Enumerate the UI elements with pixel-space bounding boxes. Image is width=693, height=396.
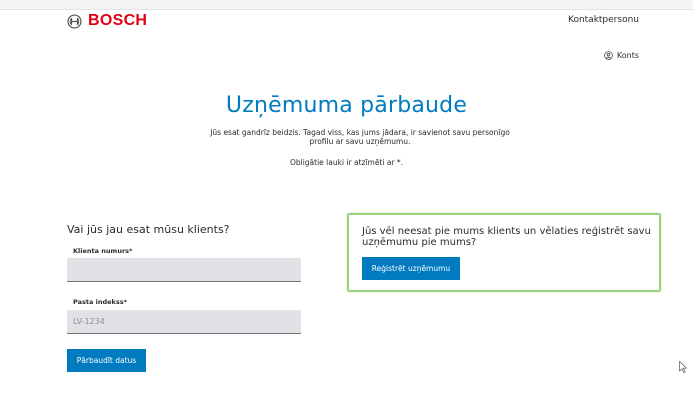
check-data-button[interactable]: Pārbaudīt datus bbox=[67, 349, 146, 372]
register-company-box: Jūs vēl neesat pie mums klients un vēlat… bbox=[347, 213, 661, 292]
customer-number-label: Klienta numurs* bbox=[73, 247, 133, 255]
account-button[interactable]: Konts bbox=[604, 51, 639, 60]
existing-customer-heading: Vai jūs jau esat mūsu klients? bbox=[67, 223, 230, 236]
page: BOSCH Kontaktpersonu Konts Uzņēmuma pārb… bbox=[0, 0, 693, 396]
bosch-armature-icon bbox=[67, 13, 82, 29]
mouse-cursor-icon bbox=[679, 361, 687, 373]
logo-text: BOSCH bbox=[88, 12, 148, 29]
browser-top-strip bbox=[0, 0, 693, 10]
postal-code-label: Pasta indekss* bbox=[73, 298, 127, 306]
postal-code-input[interactable] bbox=[67, 310, 301, 334]
customer-number-input[interactable] bbox=[67, 258, 301, 282]
account-label: Konts bbox=[616, 51, 639, 60]
contact-person-link[interactable]: Kontaktpersonu bbox=[568, 15, 639, 25]
register-company-button[interactable]: Reģistrēt uzņēmumu bbox=[362, 257, 460, 280]
intro-text: Jūs esat gandrīz beidzis. Tagad viss, ka… bbox=[210, 128, 510, 146]
user-circle-icon bbox=[604, 51, 613, 60]
page-title: Uzņēmuma pārbaude bbox=[225, 93, 468, 118]
required-fields-note: Obligātie lauki ir atzīmēti ar *. bbox=[289, 158, 404, 167]
bosch-logo[interactable]: BOSCH bbox=[67, 12, 147, 30]
new-customer-heading: Jūs vēl neesat pie mums klients un vēlat… bbox=[362, 226, 651, 248]
